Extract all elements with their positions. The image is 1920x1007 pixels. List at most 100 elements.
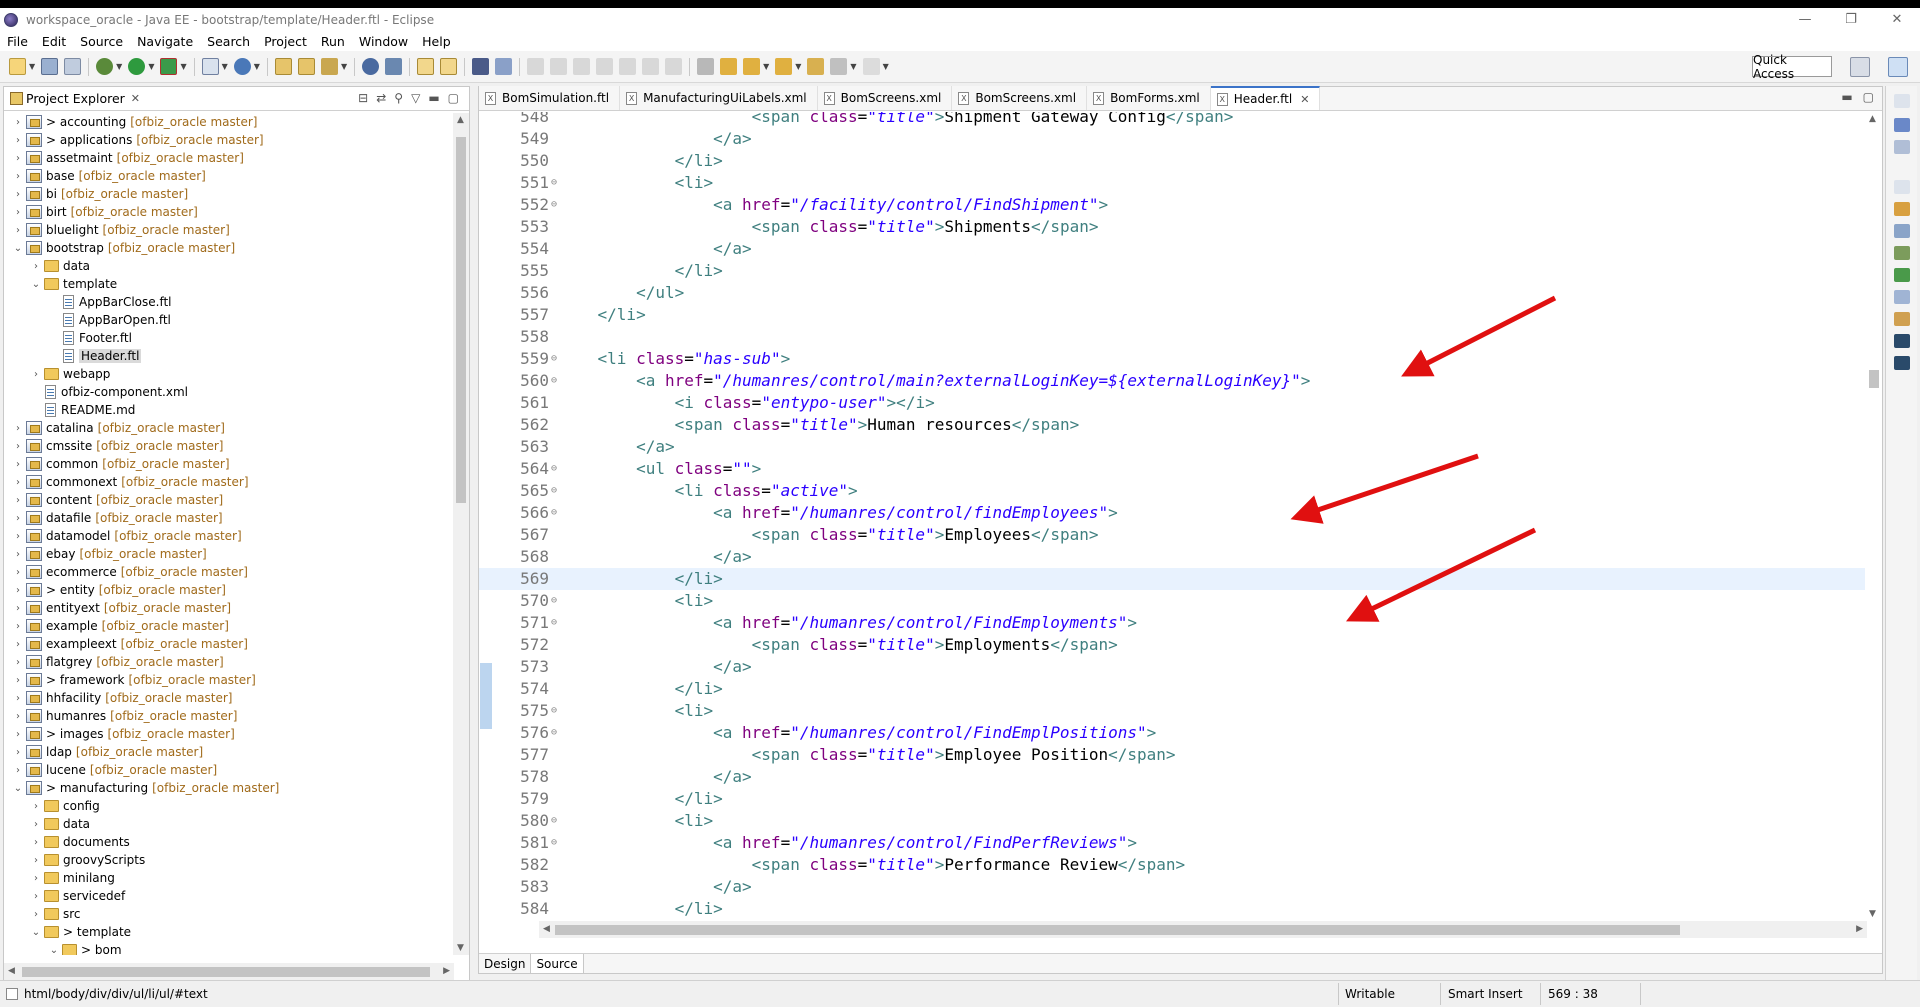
collapse-chevron-icon[interactable]: › — [12, 531, 24, 542]
tree-item[interactable]: AppBarClose.ftl — [48, 293, 172, 311]
code-line[interactable]: 583 </a> — [479, 876, 1867, 898]
code-line[interactable]: 565 ⊖ <li class="active"> — [479, 480, 1867, 502]
restore-icon[interactable] — [1894, 94, 1910, 108]
problems-icon[interactable] — [1894, 312, 1910, 326]
collapse-chevron-icon[interactable]: › — [12, 585, 24, 596]
code-line[interactable]: 554 </a> — [479, 238, 1867, 260]
tree-item[interactable]: › data — [30, 815, 90, 833]
code-line[interactable]: 558 — [479, 326, 1867, 348]
collapse-chevron-icon[interactable]: › — [12, 639, 24, 650]
code-line[interactable]: 550 </li> — [479, 150, 1867, 172]
fold-toggle-icon[interactable]: ⊖ — [551, 722, 557, 744]
tree-item[interactable]: › bluelight [ofbiz_oracle master] — [12, 221, 230, 239]
minimize-button[interactable]: — — [1782, 8, 1828, 31]
tree-item[interactable]: › servicedef — [30, 887, 125, 905]
properties-icon[interactable] — [1894, 224, 1910, 238]
debug-icon[interactable] — [96, 58, 114, 75]
link-editor-icon[interactable]: ⇄ — [376, 91, 386, 105]
tree-item[interactable]: › ebay [ofbiz_oracle master] — [12, 545, 207, 563]
tree-item[interactable]: README.md — [30, 401, 135, 419]
collapse-chevron-icon[interactable]: › — [30, 873, 42, 884]
collapse-chevron-icon[interactable]: › — [12, 657, 24, 668]
fold-toggle-icon[interactable]: ⊖ — [551, 700, 557, 722]
tab-source[interactable]: Source — [531, 954, 584, 973]
open-type-icon[interactable] — [274, 58, 292, 75]
tree-item[interactable]: › config — [30, 797, 100, 815]
step-over-icon[interactable] — [642, 58, 660, 75]
prev-annotation-icon[interactable] — [775, 58, 793, 75]
code-line[interactable]: 556 </ul> — [479, 282, 1867, 304]
tree-item[interactable]: › base [ofbiz_oracle master] — [12, 167, 206, 185]
code-line[interactable]: 559 ⊖ <li class="has-sub"> — [479, 348, 1867, 370]
code-line[interactable]: 568 </a> — [479, 546, 1867, 568]
menu-file[interactable]: File — [0, 34, 35, 49]
filter-icon[interactable]: ⚲ — [394, 91, 403, 105]
tree-item[interactable]: › documents — [30, 833, 130, 851]
tree-item[interactable]: Footer.ftl — [48, 329, 132, 347]
collapse-chevron-icon[interactable]: › — [12, 153, 24, 164]
globe-icon[interactable] — [362, 58, 380, 75]
new-server-icon[interactable] — [201, 58, 219, 75]
collapse-chevron-icon[interactable]: › — [30, 909, 42, 920]
maximize-editor-icon[interactable]: ▢ — [1863, 90, 1874, 104]
expand-chevron-icon[interactable]: ⌄ — [12, 783, 24, 794]
tree-item[interactable]: ofbiz-component.xml — [30, 383, 188, 401]
code-line[interactable]: 567 <span class="title">Employees</span> — [479, 524, 1867, 546]
menu-run[interactable]: Run — [314, 34, 352, 49]
editor-tab[interactable]: X BomScreens.xml — [817, 86, 953, 110]
mark-icon[interactable] — [440, 58, 458, 75]
collapse-chevron-icon[interactable]: › — [12, 441, 24, 452]
open-perspective-icon[interactable] — [1850, 57, 1870, 77]
collapse-chevron-icon[interactable]: › — [12, 747, 24, 758]
external-tools-icon[interactable] — [160, 58, 178, 75]
save-all-icon[interactable] — [64, 58, 82, 75]
close-tab-icon[interactable]: ✕ — [1300, 93, 1309, 106]
tree-item[interactable]: › groovyScripts — [30, 851, 145, 869]
collapse-chevron-icon[interactable]: › — [12, 207, 24, 218]
collapse-chevron-icon[interactable]: › — [12, 549, 24, 560]
collapse-chevron-icon[interactable]: › — [12, 171, 24, 182]
collapse-chevron-icon[interactable]: › — [12, 711, 24, 722]
menu-help[interactable]: Help — [415, 34, 458, 49]
code-line[interactable]: 572 <span class="title">Employments</spa… — [479, 634, 1867, 656]
collapse-chevron-icon[interactable]: › — [12, 135, 24, 146]
explorer-scroll-thumb[interactable] — [456, 137, 466, 503]
menu-search[interactable]: Search — [200, 34, 257, 49]
collapse-chevron-icon[interactable]: › — [12, 675, 24, 686]
tree-item[interactable]: › assetmaint [ofbiz_oracle master] — [12, 149, 244, 167]
fold-toggle-icon[interactable]: ⊖ — [551, 348, 557, 370]
code-line[interactable]: 553 <span class="title">Shipments</span> — [479, 216, 1867, 238]
collapse-chevron-icon[interactable]: › — [30, 261, 42, 272]
menu-navigate[interactable]: Navigate — [130, 34, 200, 49]
code-line[interactable]: 577 <span class="title">Employee Positio… — [479, 744, 1867, 766]
collapse-chevron-icon[interactable]: › — [30, 855, 42, 866]
collapse-chevron-icon[interactable]: › — [12, 477, 24, 488]
explorer-horizontal-scrollbar[interactable]: ◀ ▶ — [4, 963, 454, 981]
code-line[interactable]: 582 <span class="title">Performance Revi… — [479, 854, 1867, 876]
code-line[interactable]: 571 ⊖ <a href="/humanres/control/FindEmpl… — [479, 612, 1867, 634]
collapse-all-icon[interactable]: ⊟ — [358, 91, 368, 105]
git-staging-icon[interactable] — [1894, 334, 1910, 348]
back-icon[interactable] — [830, 58, 848, 75]
search-icon[interactable] — [320, 58, 338, 75]
resume-icon[interactable] — [527, 58, 545, 75]
editor-tab[interactable]: X BomScreens.xml — [952, 86, 1088, 110]
suspend-icon[interactable] — [550, 58, 568, 75]
tree-item[interactable]: › commonext [ofbiz_oracle master] — [12, 473, 249, 491]
tree-item[interactable]: › lucene [ofbiz_oracle master] — [12, 761, 217, 779]
explorer-hscroll-thumb[interactable] — [22, 967, 430, 977]
step-return-icon[interactable] — [665, 58, 683, 75]
tree-item[interactable]: ⌄ > template — [30, 923, 131, 941]
search-dropdown-icon[interactable]: ▼ — [341, 62, 347, 71]
code-line[interactable]: 548 <span class="title">Shipment Gateway… — [479, 112, 1867, 128]
tree-item[interactable]: › cmssite [ofbiz_oracle master] — [12, 437, 223, 455]
minimize-editor-icon[interactable]: ▬ — [1841, 90, 1852, 104]
collapse-chevron-icon[interactable]: › — [12, 117, 24, 128]
data-source-icon[interactable] — [1894, 268, 1910, 282]
collapse-chevron-icon[interactable]: › — [12, 423, 24, 434]
code-line[interactable]: 579 </li> — [479, 788, 1867, 810]
back-dropdown-icon[interactable]: ▼ — [850, 62, 856, 71]
tree-item[interactable]: › webapp — [30, 365, 110, 383]
tree-item[interactable]: › humanres [ofbiz_oracle master] — [12, 707, 237, 725]
prev-annotation-dropdown-icon[interactable]: ▼ — [795, 62, 801, 71]
